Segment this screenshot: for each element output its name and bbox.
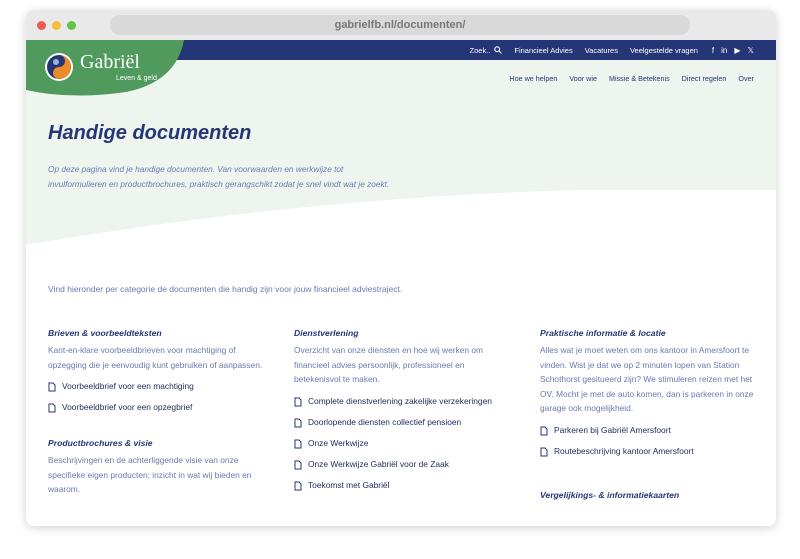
doc-link[interactable]: Toekomst met Gabriël [294, 479, 509, 492]
top-link-veelgestelde-vragen[interactable]: Veelgestelde vragen [630, 46, 698, 55]
logo-tagline: Leven & geld [116, 75, 157, 82]
doc-label: Onze Werkwijze [308, 437, 369, 448]
minimize-window-button[interactable] [52, 21, 61, 30]
document-icon [294, 397, 302, 406]
logo[interactable]: Gabriël Leven & geld [26, 40, 186, 102]
doc-link[interactable]: Voorbeeldbrief voor een machtiging [48, 380, 263, 393]
linkedin-icon[interactable]: in [721, 46, 727, 55]
social-links: f in ▶ 𝕏 [712, 46, 754, 55]
top-link-vacatures[interactable]: Vacatures [585, 46, 618, 55]
doc-label: Complete dienstverlening zakelijke verze… [308, 395, 492, 406]
doc-link[interactable]: Voorbeeldbrief voor een opzegbrief [48, 401, 263, 414]
document-icon [294, 481, 302, 490]
section-desc-praktisch: Alles wat je moet weten om ons kantoor i… [540, 345, 754, 413]
main-nav: Hoe we helpen Voor wie Missie & Betekeni… [509, 74, 754, 83]
search-icon [494, 46, 503, 54]
section-title-product: Productbrochures & visie [48, 438, 153, 448]
column-praktisch: Praktische informatie & locatie Alles wa… [540, 328, 755, 505]
logo-name: Gabriël [80, 51, 140, 73]
document-icon [294, 460, 302, 469]
doc-link[interactable]: Onze Werkwijze [294, 437, 509, 450]
doc-link[interactable]: Routebeschrijving kantoor Amersfoort [540, 445, 755, 458]
nav-direct-regelen[interactable]: Direct regelen [682, 74, 727, 83]
doc-label: Routebeschrijving kantoor Amersfoort [554, 445, 694, 456]
address-bar[interactable]: gabrielfb.nl/documenten/ [110, 15, 690, 35]
column-brieven-product: Brieven & voorbeeldteksten Kant-en-klare… [48, 328, 263, 505]
doc-link[interactable]: Doorlopende diensten collectief pensioen [294, 416, 509, 429]
search-label: Zoek.. [469, 45, 491, 55]
browser-chrome: gabrielfb.nl/documenten/ [26, 10, 776, 40]
document-icon [540, 447, 548, 456]
search-button[interactable]: Zoek.. [470, 46, 503, 55]
document-icon [540, 426, 548, 435]
hero-wave [26, 190, 776, 270]
doc-link[interactable]: Onze Werkwijze Gabriël voor de Zaak [294, 458, 509, 471]
nav-hoe-we-helpen[interactable]: Hoe we helpen [509, 74, 557, 83]
document-icon [294, 418, 302, 427]
doc-link[interactable]: Parkeren bij Gabriël Amersfoort [540, 424, 755, 437]
section-title-praktisch: Praktische informatie & locatie [540, 328, 666, 338]
column-dienstverlening: Dienstverlening Overzicht van onze diens… [294, 328, 509, 500]
document-icon [48, 403, 56, 413]
page-title: Handige documenten [48, 122, 252, 144]
doc-link[interactable]: Complete dienstverlening zakelijke verze… [294, 395, 509, 408]
doc-label: Voorbeeldbrief voor een opzegbrief [62, 402, 193, 412]
section-title-vergelijk: Vergelijkings- & informatiekaarten [540, 489, 680, 500]
page-intro: Op deze pagina vind je handige documente… [48, 164, 390, 189]
section-desc-brieven: Kant-en-klare voorbeeldbrieven voor mach… [48, 345, 263, 370]
x-icon[interactable]: 𝕏 [748, 46, 754, 55]
page: Zoek.. Financieel Advies Vacatures Veelg… [26, 40, 776, 526]
doc-label: Voorbeeldbrief voor een machtiging [62, 381, 194, 391]
close-window-button[interactable] [37, 21, 46, 30]
nav-voor-wie[interactable]: Voor wie [569, 74, 597, 83]
youtube-icon[interactable]: ▶ [734, 46, 740, 55]
document-icon [294, 439, 302, 448]
nav-missie-betekenis[interactable]: Missie & Betekenis [609, 74, 670, 83]
maximize-window-button[interactable] [67, 21, 76, 30]
doc-label: Toekomst met Gabriël [308, 479, 390, 490]
nav-over[interactable]: Over [738, 74, 754, 83]
doc-label: Parkeren bij Gabriël Amersfoort [554, 424, 671, 435]
section-desc-dienst: Overzicht van onze diensten en hoe wij w… [294, 345, 484, 384]
doc-label: Onze Werkwijze Gabriël voor de Zaak [308, 458, 449, 469]
section-title-brieven: Brieven & voorbeeldteksten [48, 328, 162, 338]
doc-label: Doorlopende diensten collectief pensioen [308, 416, 462, 427]
section-desc-product: Beschrijvingen en de achterliggende visi… [48, 455, 252, 494]
top-link-financieel-advies[interactable]: Financieel Advies [514, 46, 572, 55]
facebook-icon[interactable]: f [712, 46, 714, 55]
section-lead: Vind hieronder per categorie de document… [48, 284, 403, 294]
document-icon [48, 382, 56, 392]
section-title-dienst: Dienstverlening [294, 328, 359, 338]
browser-window: gabrielfb.nl/documenten/ Zoek.. Financie… [26, 10, 776, 526]
